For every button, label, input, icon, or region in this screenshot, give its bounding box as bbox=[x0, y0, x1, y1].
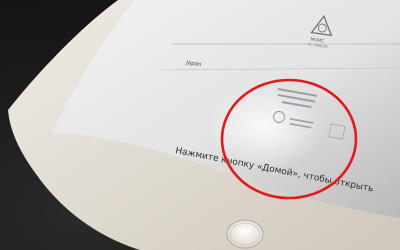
photo-scene: Japan МОИС ЕС ГОРДОЛЕ Нажмите кнопку «До… bbox=[0, 0, 400, 250]
tablet-photo: Japan МОИС ЕС ГОРДОЛЕ Нажмите кнопку «До… bbox=[8, 0, 400, 250]
home-button bbox=[226, 219, 264, 249]
